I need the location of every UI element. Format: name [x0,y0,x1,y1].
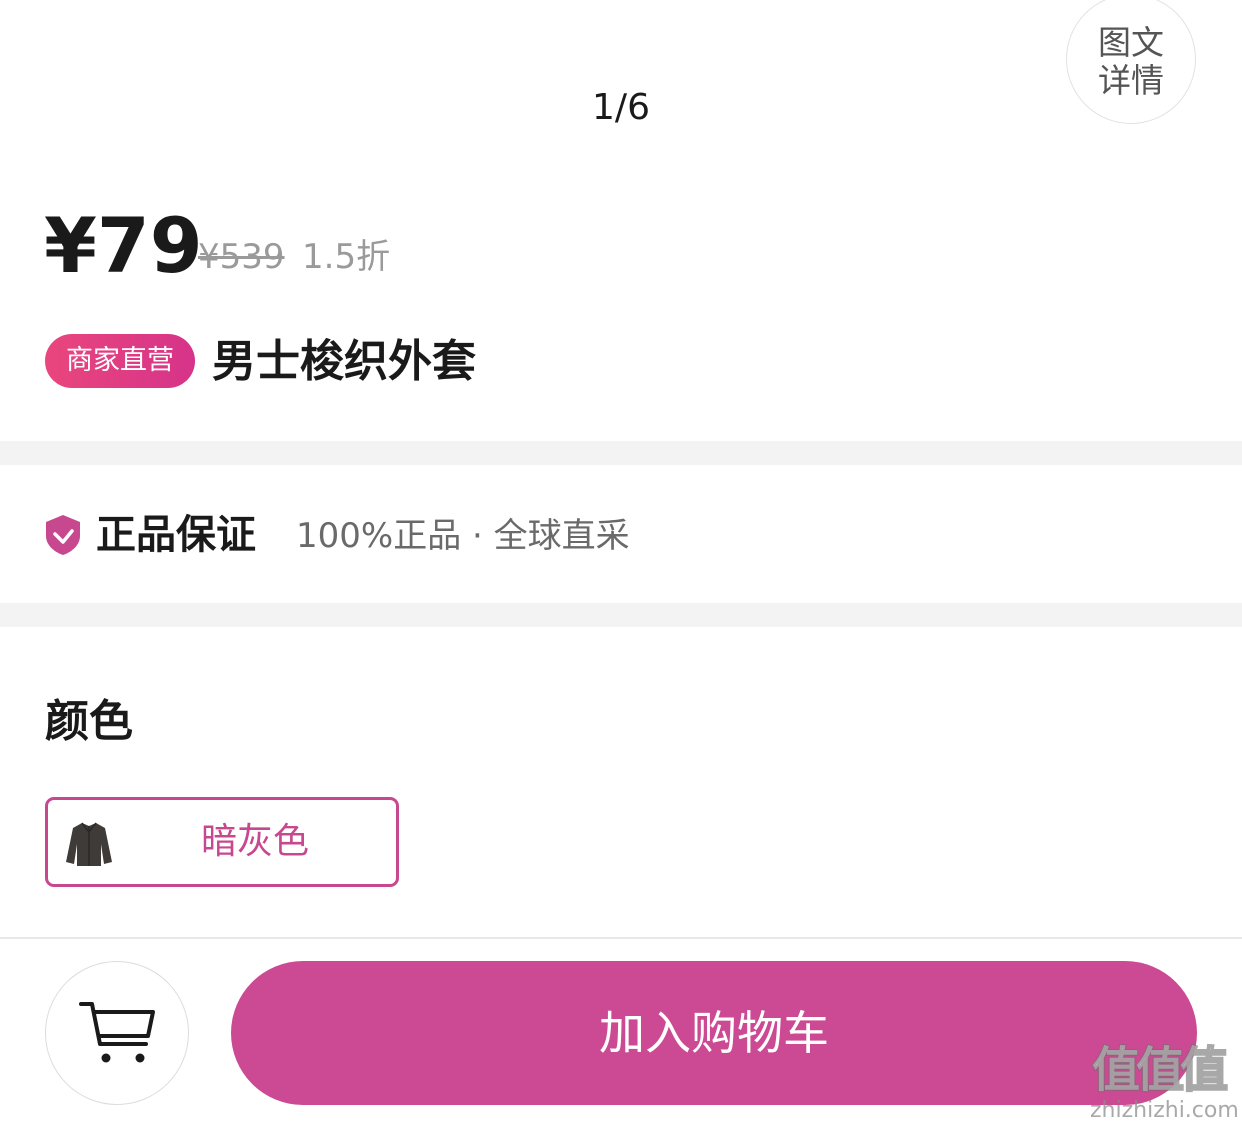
guarantee-row[interactable]: 正品保证 100%正品 · 全球直采 [0,465,1242,603]
bottom-bar-divider [0,937,1242,939]
detail-button-line2: 详情 [1098,61,1164,100]
image-pager-indicator: 1/6 [592,87,650,128]
watermark-url: zhizhizhi.com [1090,1098,1239,1123]
current-price: ¥79 [44,201,203,290]
guarantee-description: 100%正品 · 全球直采 [296,516,630,556]
original-price: ¥539 [198,237,285,277]
section-divider [0,441,1242,465]
detail-button-line1: 图文 [1098,23,1164,62]
site-watermark: 值值值 zhizhizhi.com [1082,1040,1242,1129]
shield-check-icon [46,515,80,555]
cart-button[interactable] [45,961,189,1105]
section-divider [0,603,1242,627]
product-title: 男士梭织外套 [212,336,476,387]
color-option-label: 暗灰色 [200,821,309,862]
seller-badge: 商家直营 [45,334,195,388]
watermark-logo: 值值值 [1091,1041,1229,1099]
guarantee-title: 正品保证 [96,512,256,558]
discount-label: 1.5折 [302,237,391,277]
color-section-label: 颜色 [45,696,133,747]
cart-icon [79,1002,155,1063]
add-to-cart-button[interactable]: 加入购物车 [231,961,1197,1105]
color-option-dark-gray[interactable]: 暗灰色 [45,797,399,887]
image-text-detail-button[interactable]: 图文 详情 [1066,0,1196,124]
